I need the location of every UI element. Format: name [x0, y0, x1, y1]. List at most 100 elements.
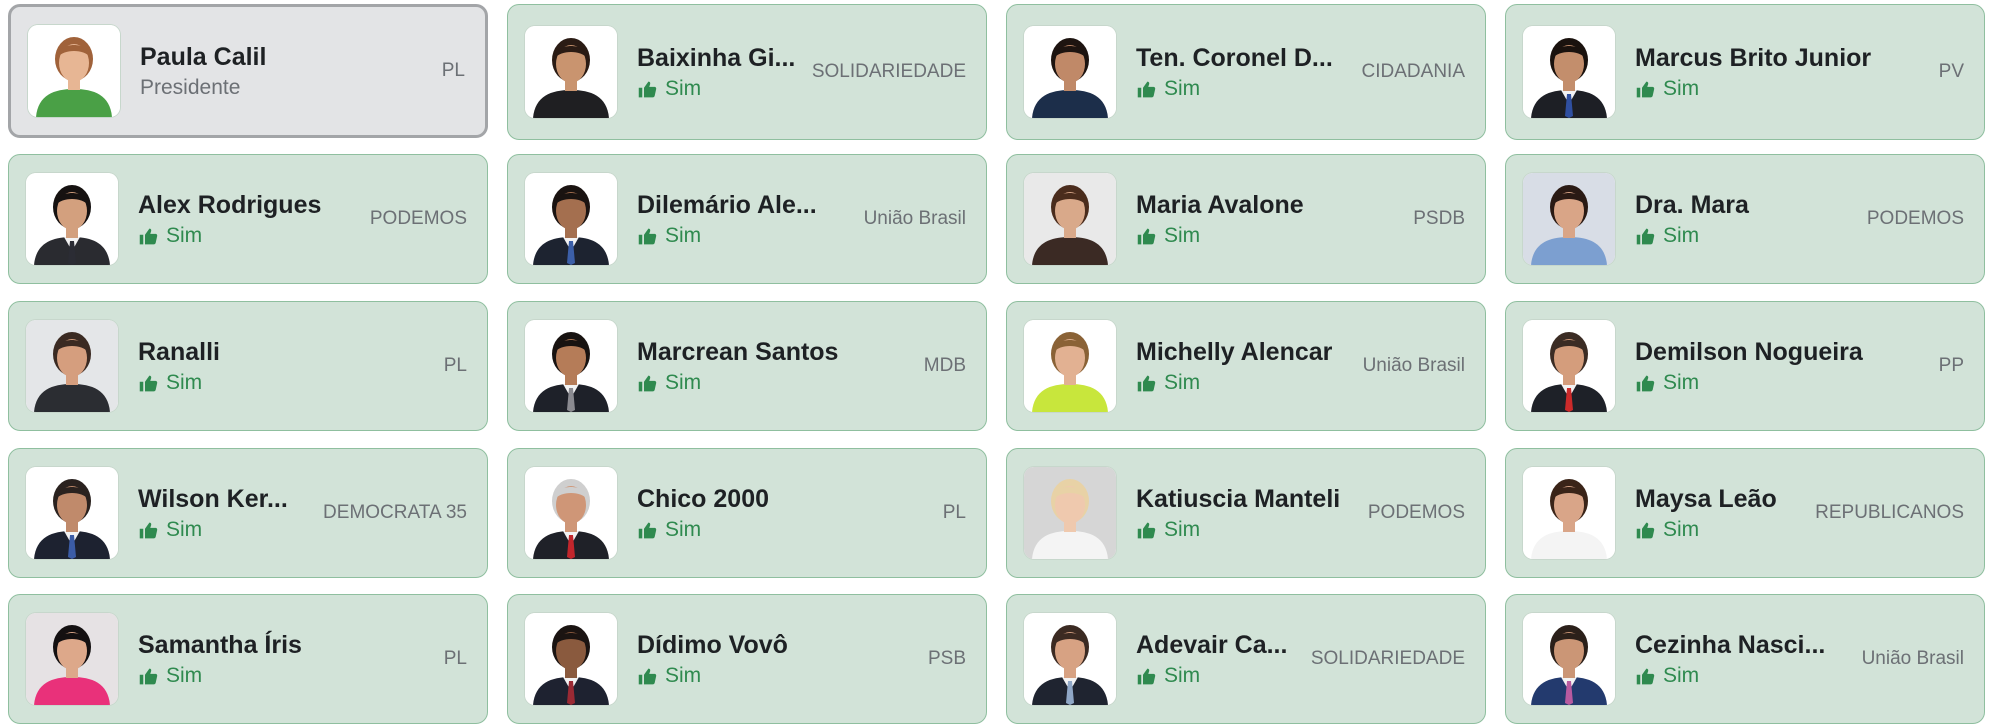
member-name: Cezinha Nasci...: [1635, 631, 1826, 659]
member-card[interactable]: Baixinha Gi... Sim SOLIDARIEDADE: [507, 4, 987, 140]
member-card[interactable]: Maysa Leão Sim REPUBLICANOS: [1505, 448, 1985, 578]
member-party: PODEMOS: [1866, 208, 1964, 229]
member-name: Dilemário Ale...: [637, 191, 817, 219]
member-party: PODEMOS: [369, 208, 467, 229]
member-card[interactable]: Katiuscia Manteli Sim PODEMOS: [1006, 448, 1486, 578]
member-info: Marcus Brito Junior Sim: [1635, 42, 1929, 102]
member-card[interactable]: Marcrean Santos Sim MDB: [507, 301, 987, 431]
member-party: CIDADANIA: [1361, 61, 1465, 82]
member-card[interactable]: Ten. Coronel D... Sim CIDADANIA: [1006, 4, 1486, 140]
member-name: Ranalli: [138, 338, 220, 366]
member-photo: [525, 467, 617, 559]
member-vote: Sim: [1635, 517, 1805, 543]
portrait-graphic: [26, 320, 118, 412]
member-name: Paula Calil: [140, 43, 267, 71]
member-name: Ten. Coronel D...: [1136, 44, 1333, 72]
portrait-graphic: [1523, 613, 1615, 705]
member-vote: Sim: [1635, 370, 1929, 396]
member-name: Maria Avalone: [1136, 191, 1304, 219]
member-party: PP: [1938, 355, 1964, 376]
member-party: DEMOCRATA 35: [323, 502, 467, 523]
member-card-president[interactable]: Paula Calil Presidente PL: [8, 4, 488, 138]
member-vote-label: Sim: [166, 518, 203, 541]
member-vote: Sim: [1136, 370, 1353, 396]
member-card[interactable]: Maria Avalone Sim PSDB: [1006, 154, 1486, 284]
member-photo: [1024, 613, 1116, 705]
member-photo: [28, 25, 120, 117]
member-name: Michelly Alencar: [1136, 338, 1333, 366]
member-photo: [1523, 173, 1615, 265]
member-info: Dra. Mara Sim: [1635, 189, 1857, 249]
member-card[interactable]: Michelly Alencar Sim União Brasil: [1006, 301, 1486, 431]
member-photo: [1523, 613, 1615, 705]
portrait-graphic: [525, 467, 617, 559]
member-info: Demilson Nogueira Sim: [1635, 336, 1929, 396]
member-vote: Sim: [138, 517, 313, 543]
member-vote: Sim: [138, 663, 434, 689]
member-photo: [525, 26, 617, 118]
member-card[interactable]: Chico 2000 Sim PL: [507, 448, 987, 578]
member-card[interactable]: Dilemário Ale... Sim União Brasil: [507, 154, 987, 284]
member-vote-label: Sim: [1164, 224, 1201, 247]
member-name: Maysa Leão: [1635, 485, 1777, 513]
thumbs-up-icon: [1136, 373, 1157, 394]
member-name: Marcrean Santos: [637, 338, 839, 366]
member-photo: [26, 320, 118, 412]
member-vote-label: Sim: [1164, 664, 1201, 687]
portrait-graphic: [1523, 173, 1615, 265]
member-card[interactable]: Cezinha Nasci... Sim União Brasil: [1505, 594, 1985, 724]
thumbs-up-icon: [1136, 226, 1157, 247]
member-photo: [1523, 320, 1615, 412]
member-vote-label: Sim: [665, 664, 702, 687]
member-party: União Brasil: [1362, 355, 1465, 376]
portrait-graphic: [1523, 320, 1615, 412]
thumbs-up-icon: [1635, 226, 1656, 247]
member-card[interactable]: Dídimo Vovô Sim PSB: [507, 594, 987, 724]
members-grid: Paula Calil Presidente PL Baixinha Gi... Sim…: [0, 0, 1993, 725]
member-card[interactable]: Demilson Nogueira Sim PP: [1505, 301, 1985, 431]
member-vote-label: Sim: [1663, 664, 1700, 687]
member-name: Chico 2000: [637, 485, 770, 513]
member-name: Wilson Ker...: [138, 485, 288, 513]
member-photo: [525, 613, 617, 705]
portrait-graphic: [525, 320, 617, 412]
member-vote: Sim: [637, 517, 933, 543]
member-party: PL: [441, 60, 465, 81]
member-vote: Sim: [1136, 517, 1358, 543]
portrait-graphic: [26, 173, 118, 265]
member-info: Samantha Íris Sim: [138, 629, 434, 689]
portrait-graphic: [26, 613, 118, 705]
member-vote: Sim: [1136, 76, 1352, 102]
portrait-graphic: [1024, 613, 1116, 705]
portrait-graphic: [1024, 173, 1116, 265]
portrait-graphic: [1024, 467, 1116, 559]
member-card[interactable]: Marcus Brito Junior Sim PV: [1505, 4, 1985, 140]
member-info: Maysa Leão Sim: [1635, 483, 1805, 543]
member-info: Baixinha Gi... Sim: [637, 42, 802, 102]
member-vote-label: Sim: [1164, 371, 1201, 394]
thumbs-up-icon: [1635, 520, 1656, 541]
member-vote-label: Sim: [665, 518, 702, 541]
member-card[interactable]: Wilson Ker... Sim DEMOCRATA 35: [8, 448, 488, 578]
thumbs-up-icon: [138, 226, 159, 247]
member-name: Adevair Ca...: [1136, 631, 1288, 659]
member-info: Katiuscia Manteli Sim: [1136, 483, 1358, 543]
member-name: Samantha Íris: [138, 631, 302, 659]
member-role: Presidente: [140, 76, 241, 99]
member-vote: Sim: [1635, 663, 1852, 689]
member-info: Ten. Coronel D... Sim: [1136, 42, 1352, 102]
member-info: Michelly Alencar Sim: [1136, 336, 1353, 396]
member-info: Ranalli Sim: [138, 336, 434, 396]
member-party: PODEMOS: [1367, 502, 1465, 523]
member-card[interactable]: Ranalli Sim PL: [8, 301, 488, 431]
member-card[interactable]: Adevair Ca... Sim SOLIDARIEDADE: [1006, 594, 1486, 724]
member-photo: [1523, 467, 1615, 559]
member-info: Marcrean Santos Sim: [637, 336, 914, 396]
member-card[interactable]: Alex Rodrigues Sim PODEMOS: [8, 154, 488, 284]
member-card[interactable]: Dra. Mara Sim PODEMOS: [1505, 154, 1985, 284]
member-info: Paula Calil Presidente: [140, 41, 432, 101]
portrait-graphic: [525, 26, 617, 118]
member-party: PL: [942, 502, 966, 523]
member-card[interactable]: Samantha Íris Sim PL: [8, 594, 488, 724]
member-photo: [1024, 173, 1116, 265]
